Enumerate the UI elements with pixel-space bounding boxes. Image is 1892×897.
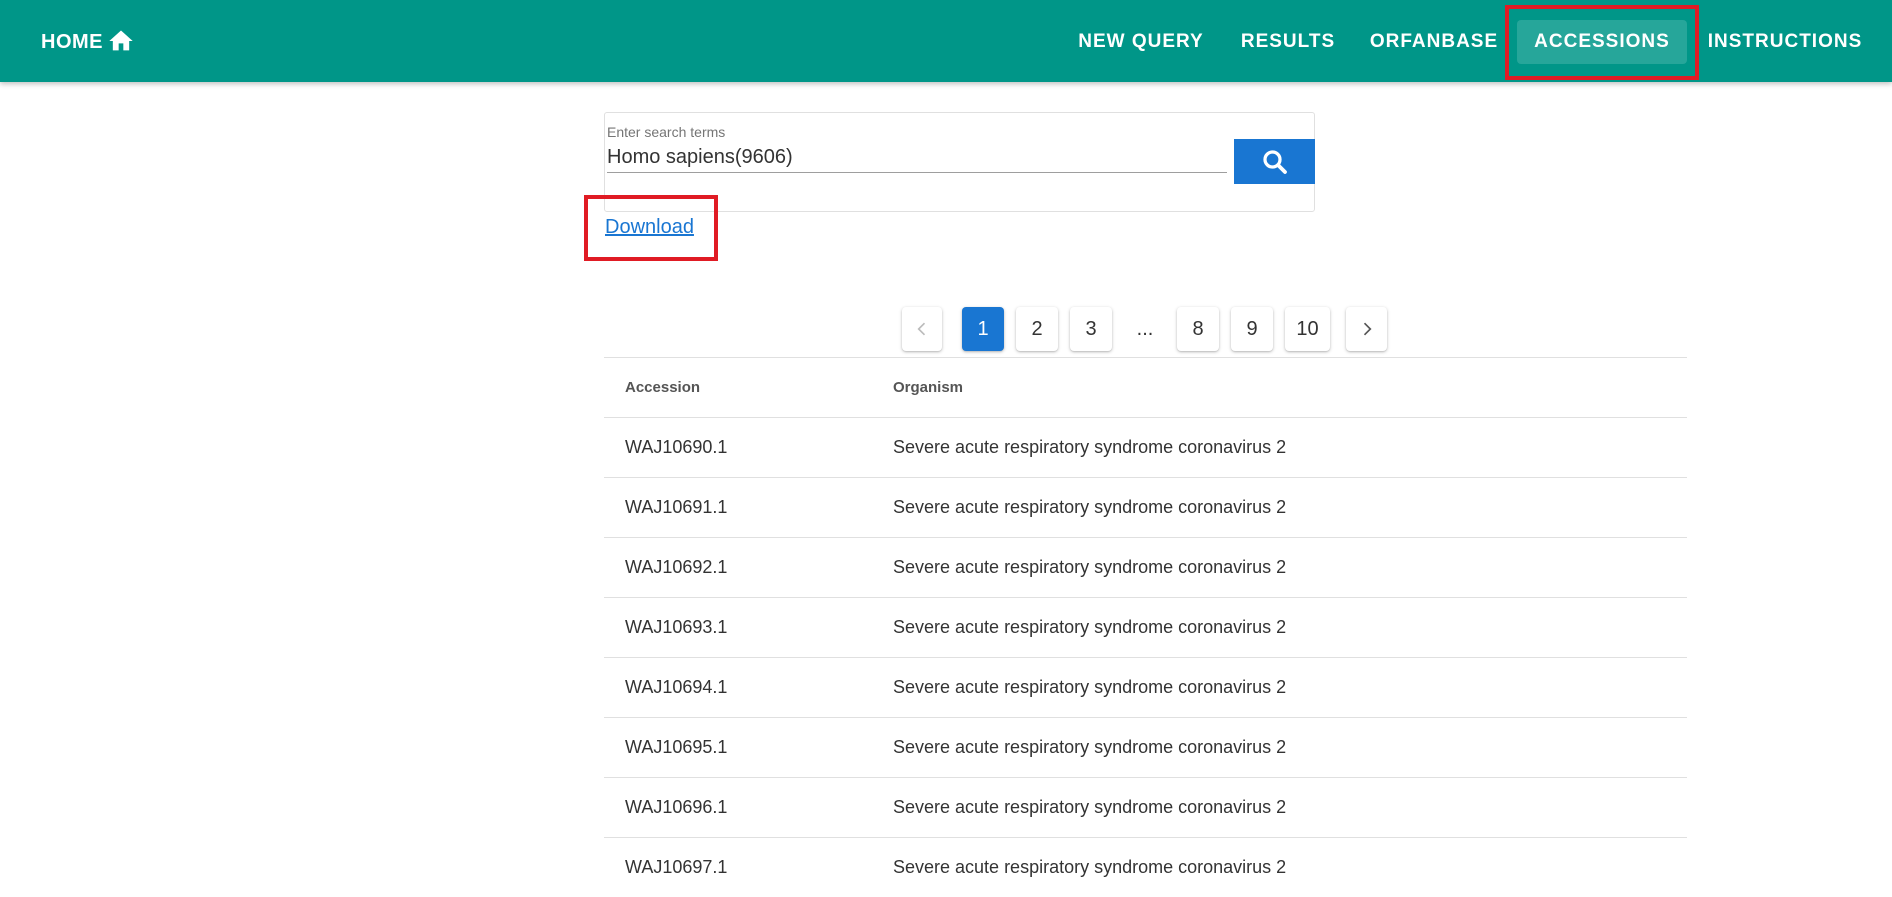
- table-row[interactable]: WAJ10693.1 Severe acute respiratory synd…: [604, 597, 1687, 657]
- page-ellipsis: ...: [1136, 317, 1154, 340]
- column-header-organism[interactable]: Organism: [893, 379, 963, 396]
- home-link[interactable]: HOME: [41, 27, 135, 57]
- accession-cell: WAJ10693.1: [625, 617, 728, 637]
- page-10-label: 10: [1296, 317, 1319, 340]
- search-label: Enter search terms: [607, 124, 726, 140]
- accession-cell: WAJ10697.1: [625, 857, 728, 877]
- download-link[interactable]: Download: [605, 216, 694, 239]
- nav-results[interactable]: RESULTS: [1233, 20, 1343, 64]
- accession-cell: WAJ10696.1: [625, 797, 728, 817]
- organism-cell: Severe acute respiratory syndrome corona…: [893, 437, 1287, 457]
- page-button-1[interactable]: 1: [962, 307, 1004, 351]
- top-nav-bar: HOME NEW QUERY RESULTS ORFANBASE ACCESSI…: [0, 0, 1892, 82]
- organism-cell: Severe acute respiratory syndrome corona…: [893, 857, 1287, 877]
- table-row[interactable]: WAJ10694.1 Severe acute respiratory synd…: [604, 657, 1687, 717]
- table-row[interactable]: WAJ10690.1 Severe acute respiratory synd…: [604, 417, 1687, 477]
- next-page-button[interactable]: [1346, 307, 1387, 351]
- organism-cell: Severe acute respiratory syndrome corona…: [893, 557, 1287, 577]
- search-button[interactable]: [1234, 139, 1315, 184]
- chevron-left-icon: [917, 322, 926, 336]
- nav-new-query-label: NEW QUERY: [1078, 31, 1204, 52]
- prev-page-button[interactable]: [902, 307, 942, 351]
- organism-cell: Severe acute respiratory syndrome corona…: [893, 617, 1287, 637]
- search-icon: [1262, 149, 1287, 174]
- nav-orfanbase[interactable]: ORFANBASE: [1366, 20, 1502, 64]
- page-8-label: 8: [1192, 317, 1204, 340]
- nav-new-query[interactable]: NEW QUERY: [1070, 20, 1212, 64]
- home-icon: [109, 30, 133, 51]
- page-button-3[interactable]: 3: [1070, 307, 1112, 351]
- table-header: Accession Organism: [604, 357, 1687, 417]
- home-label: HOME: [41, 30, 103, 53]
- table-row[interactable]: WAJ10691.1 Severe acute respiratory synd…: [604, 477, 1687, 537]
- nav-results-label: RESULTS: [1240, 31, 1336, 52]
- nav-orfanbase-label: ORFANBASE: [1369, 31, 1499, 52]
- page-button-8[interactable]: 8: [1177, 307, 1219, 351]
- nav-accessions-label: ACCESSIONS: [1534, 31, 1670, 52]
- accession-cell: WAJ10691.1: [625, 497, 728, 517]
- table-row[interactable]: WAJ10697.1 Severe acute respiratory synd…: [604, 837, 1687, 897]
- accessions-table: Accession Organism WAJ10690.1 Severe acu…: [604, 357, 1687, 897]
- accession-cell: WAJ10694.1: [625, 677, 728, 697]
- accession-cell: WAJ10692.1: [625, 557, 728, 577]
- table-row[interactable]: WAJ10695.1 Severe acute respiratory synd…: [604, 717, 1687, 777]
- page-3-label: 3: [1085, 317, 1097, 340]
- nav-instructions[interactable]: INSTRUCTIONS: [1703, 20, 1867, 64]
- organism-cell: Severe acute respiratory syndrome corona…: [893, 737, 1287, 757]
- accession-cell: WAJ10690.1: [625, 437, 728, 457]
- accession-cell: WAJ10695.1: [625, 737, 728, 757]
- page-button-10[interactable]: 10: [1285, 307, 1330, 351]
- page-9-label: 9: [1246, 317, 1258, 340]
- page-button-9[interactable]: 9: [1231, 307, 1273, 351]
- organism-cell: Severe acute respiratory syndrome corona…: [893, 677, 1287, 697]
- search-input[interactable]: [607, 143, 1227, 173]
- nav-accessions[interactable]: ACCESSIONS: [1517, 20, 1687, 64]
- page-button-2[interactable]: 2: [1016, 307, 1058, 351]
- table-row[interactable]: WAJ10692.1 Severe acute respiratory synd…: [604, 537, 1687, 597]
- chevron-right-icon: [1363, 322, 1372, 336]
- nav-instructions-label: INSTRUCTIONS: [1707, 31, 1863, 52]
- organism-cell: Severe acute respiratory syndrome corona…: [893, 797, 1287, 817]
- table-row[interactable]: WAJ10696.1 Severe acute respiratory synd…: [604, 777, 1687, 837]
- column-header-accession[interactable]: Accession: [625, 379, 700, 396]
- organism-cell: Severe acute respiratory syndrome corona…: [893, 497, 1287, 517]
- search-card: Enter search terms: [604, 112, 1315, 212]
- page-1-label: 1: [977, 317, 989, 340]
- page-2-label: 2: [1031, 317, 1043, 340]
